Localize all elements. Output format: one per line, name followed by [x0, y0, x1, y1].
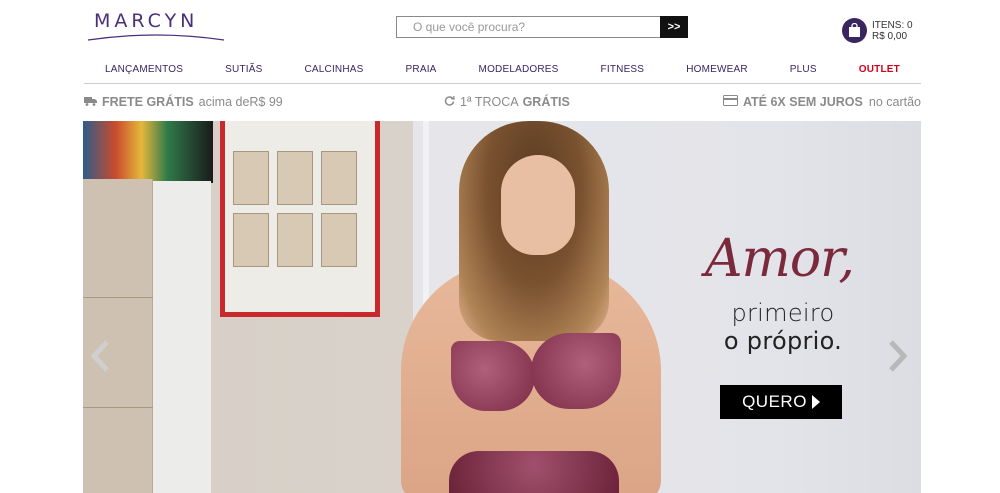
cart-items-count: ITENS: 0	[872, 20, 913, 31]
banner-wall-poster	[83, 121, 213, 183]
brand-logo[interactable]: MARCYN	[86, 10, 226, 44]
brand-name: MARCYN	[94, 10, 199, 32]
banner-framed-art	[220, 121, 380, 317]
banner-pillar	[153, 181, 211, 493]
banner-dresser	[83, 179, 153, 493]
cart-widget[interactable]: ITENS: 0 R$ 0,00	[842, 18, 932, 44]
refresh-icon	[444, 95, 455, 109]
logo-swoosh	[87, 34, 225, 41]
nav-item-praia[interactable]: PRAIA	[406, 64, 437, 75]
installments-text: no cartão	[868, 95, 921, 109]
shipping-text: acima de	[198, 95, 250, 109]
benefit-free-shipping: FRETE GRÁTIS acima de R$ 99	[84, 95, 283, 109]
nav-item-sutias[interactable]: SUTIÃS	[225, 64, 262, 75]
truck-icon	[84, 95, 97, 109]
nav-item-lancamentos[interactable]: LANÇAMENTOS	[105, 64, 183, 75]
shopping-bag-icon	[842, 18, 867, 43]
shipping-bold: FRETE GRÁTIS	[102, 95, 194, 109]
cart-total: R$ 0,00	[872, 31, 908, 42]
banner-model-image	[401, 121, 691, 493]
nav-item-homewear[interactable]: HOMEWEAR	[686, 64, 748, 75]
carousel-prev-arrow-icon[interactable]	[89, 339, 113, 373]
benefit-installments: ATÉ 6X SEM JUROS no cartão	[722, 95, 921, 109]
nav-item-calcinhas[interactable]: CALCINHAS	[304, 64, 363, 75]
benefit-free-exchange: 1ª TROCA GRÁTIS	[444, 95, 570, 109]
banner-headline-line2: primeiro	[731, 299, 835, 327]
play-arrow-icon	[811, 395, 820, 409]
banner-background-room	[83, 121, 413, 493]
search-bar: >>	[396, 16, 688, 38]
hero-banner[interactable]: Amor, primeiro o próprio. QUERO	[83, 121, 921, 493]
search-button[interactable]: >>	[660, 16, 688, 38]
benefits-bar: FRETE GRÁTIS acima de R$ 99 1ª TROCA GRÁ…	[84, 93, 921, 113]
installments-bold: ATÉ 6X SEM JUROS	[742, 95, 863, 109]
nav-item-modeladores[interactable]: MODELADORES	[479, 64, 559, 75]
banner-headline-line3: o próprio.	[723, 327, 843, 355]
exchange-bold: GRÁTIS	[522, 95, 570, 109]
quero-button-label: QUERO	[742, 392, 807, 411]
nav-item-outlet[interactable]: OUTLET	[859, 64, 900, 75]
main-nav: LANÇAMENTOS SUTIÃS CALCINHAS PRAIA MODEL…	[84, 56, 921, 84]
quero-button[interactable]: QUERO	[720, 385, 842, 419]
exchange-prefix: 1ª TROCA	[460, 95, 519, 109]
carousel-next-arrow-icon[interactable]	[885, 339, 909, 373]
search-input[interactable]	[396, 16, 662, 38]
banner-headline-script: Amor,	[705, 229, 855, 289]
credit-card-icon	[722, 95, 738, 109]
nav-item-fitness[interactable]: FITNESS	[601, 64, 645, 75]
shipping-value: R$ 99	[249, 95, 283, 109]
banner-headline: Amor, primeiro o próprio.	[683, 229, 883, 369]
nav-item-plus[interactable]: PLUS	[790, 64, 817, 75]
